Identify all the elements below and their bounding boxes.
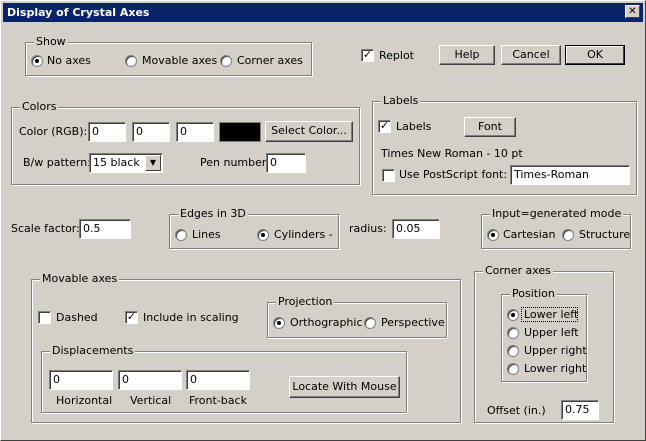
colors-legend: Colors [20,100,59,113]
radio-corner-axes[interactable] [220,55,232,67]
colors-group: Colors [11,100,360,185]
postscript-label: Use PostScript font: [399,168,508,181]
radio-lower-left[interactable] [507,309,519,321]
horizontal-label: Horizontal [56,394,113,407]
radio-movable-axes-label: Movable axes [142,54,218,67]
front-back-label: Front-back [189,394,247,407]
radio-lower-right-label: Lower right [524,362,587,375]
rgb-label: Color (RGB): [19,125,88,138]
radio-lower-right[interactable] [507,363,519,375]
corner-axes-legend: Corner axes [483,264,553,277]
radio-no-axes-label: No axes [47,54,91,67]
font-button[interactable]: Font [464,117,516,137]
radio-lines[interactable] [175,229,187,241]
radio-perspective[interactable] [364,317,376,329]
radio-orthographic[interactable] [273,317,285,329]
scale-factor-label: Scale factor: [11,222,80,235]
dashed-label: Dashed [56,311,98,324]
radio-cartesian[interactable] [487,229,499,241]
radio-upper-left[interactable] [507,327,519,339]
font-description: Times New Roman - 10 pt [381,147,523,160]
window-title: Display of Crystal Axes [7,6,150,19]
offset-input[interactable]: 0.75 [561,400,599,420]
position-legend: Position [510,287,557,300]
input-mode-legend: Input=generated mode [490,207,624,220]
front-back-input[interactable]: 0 [186,370,250,390]
bw-pattern-value: 15 black [93,156,140,169]
cancel-button[interactable]: Cancel [501,45,561,65]
pen-number-label: Pen number: [200,156,270,169]
radio-structure-label: Structure [579,228,631,241]
radio-upper-left-label: Upper left [524,326,579,339]
postscript-checkbox[interactable] [382,169,395,182]
select-color-button[interactable]: Select Color... [265,121,353,142]
horizontal-input[interactable]: 0 [49,370,113,390]
locate-with-mouse-button[interactable]: Locate With Mouse [289,376,400,398]
close-icon[interactable]: ✕ [625,5,640,18]
movable-axes-legend: Movable axes [40,272,120,285]
radio-cartesian-label: Cartesian [503,228,556,241]
red-input[interactable]: 0 [88,122,126,142]
dialog-window: Display of Crystal Axes ✕ Show No axes M… [0,0,646,441]
radius-input[interactable]: 0.05 [392,219,440,239]
chevron-down-icon[interactable]: ▼ [145,155,161,171]
vertical-input[interactable]: 0 [118,370,182,390]
blue-input[interactable]: 0 [176,122,214,142]
ok-button[interactable]: OK [565,45,625,65]
labels-legend: Labels [381,94,421,107]
bw-pattern-label: B/w pattern: [23,156,91,169]
offset-label: Offset (in.) [487,404,546,417]
show-legend: Show [34,35,68,48]
replot-label: Replot [379,49,414,62]
include-scaling-checkbox[interactable]: ✓ [125,311,138,324]
vertical-label: Vertical [130,394,172,407]
labels-check-label: Labels [396,120,432,133]
radio-lines-label: Lines [192,228,221,241]
green-input[interactable]: 0 [132,122,170,142]
replot-checkbox[interactable]: ✓ [361,49,374,62]
radio-structure[interactable] [562,229,574,241]
labels-checkbox[interactable]: ✓ [378,120,391,133]
dashed-checkbox[interactable] [38,311,51,324]
radio-cylinders[interactable] [257,229,269,241]
radio-upper-right[interactable] [507,345,519,357]
radio-cylinders-label: Cylinders - [274,228,333,241]
radio-corner-axes-label: Corner axes [237,54,303,67]
radius-label: radius: [349,222,387,235]
color-swatch [219,122,261,142]
radio-perspective-label: Perspective [381,316,445,329]
projection-legend: Projection [276,295,335,308]
radio-upper-right-label: Upper right [524,344,587,357]
radio-no-axes[interactable] [31,55,43,67]
postscript-font-input[interactable]: Times-Roman [510,165,630,185]
radio-orthographic-label: Orthographic [290,316,363,329]
help-button[interactable]: Help [439,45,495,65]
include-scaling-label: Include in scaling [143,311,239,324]
bw-pattern-select[interactable]: 15 black ▼ [89,153,163,173]
pen-number-input[interactable]: 0 [266,153,306,173]
focus-outline [521,307,578,322]
title-bar[interactable]: Display of Crystal Axes ✕ [3,3,643,22]
edges-legend: Edges in 3D [178,207,248,220]
displacements-legend: Displacements [50,344,136,357]
radio-movable-axes[interactable] [125,55,137,67]
scale-factor-input[interactable]: 0.5 [79,219,131,239]
